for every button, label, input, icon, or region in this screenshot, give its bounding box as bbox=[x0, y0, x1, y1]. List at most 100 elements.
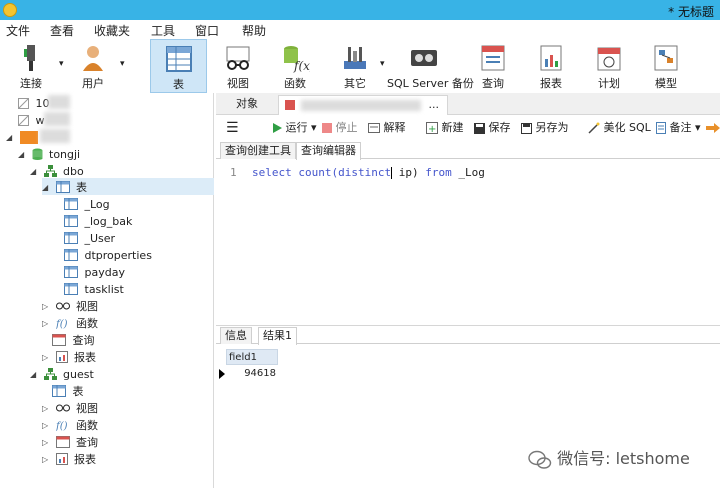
schema-icon bbox=[43, 165, 57, 177]
view-button[interactable]: 视图 bbox=[215, 39, 261, 93]
menu-file[interactable]: 文件 bbox=[6, 22, 30, 39]
user-button[interactable]: 用户 bbox=[70, 39, 116, 93]
table-icon bbox=[64, 266, 78, 278]
dbo-views-node[interactable]: ▷ 视图 bbox=[42, 297, 98, 314]
title-bar: * 无标题 bbox=[0, 0, 720, 20]
collapse-arrow-icon[interactable]: ◢ bbox=[18, 146, 28, 163]
result-cell[interactable]: 94618 bbox=[226, 366, 278, 382]
tab-query-untitled[interactable]: ... bbox=[278, 95, 448, 115]
object-navigator: 10 w ◢ ◢ tongji ◢ dbo ◢ 表 _Log _log_bak … bbox=[0, 93, 214, 488]
tab-query-builder[interactable]: 查询创建工具 bbox=[220, 142, 296, 159]
tables-node[interactable]: ◢ 表 bbox=[42, 178, 214, 195]
table-item[interactable]: _User bbox=[64, 229, 115, 246]
more-tools-icon[interactable] bbox=[706, 120, 720, 136]
wechat-icon bbox=[528, 450, 552, 469]
dbo-functions-node[interactable]: ▷ f() 函数 bbox=[42, 314, 98, 331]
current-row-pointer-icon bbox=[219, 369, 225, 379]
query-label: 查询 bbox=[482, 77, 504, 90]
query-icon bbox=[52, 334, 66, 346]
sqlserver-backup-button[interactable]: SQL Server 备份 bbox=[387, 39, 474, 93]
expand-arrow-icon[interactable]: ▷ bbox=[42, 417, 52, 434]
hamburger-menu-icon[interactable]: ☰ bbox=[226, 120, 239, 136]
expand-arrow-icon[interactable]: ▷ bbox=[42, 434, 52, 451]
schema-guest[interactable]: ◢ guest bbox=[30, 365, 94, 382]
tab-info[interactable]: 信息 bbox=[220, 327, 252, 344]
database-tongji[interactable]: ◢ tongji bbox=[18, 145, 80, 162]
dbo-reports-node[interactable]: ▷ 报表 bbox=[42, 348, 96, 365]
app-logo-icon bbox=[3, 3, 17, 17]
guest-views-node[interactable]: ▷ 视图 bbox=[42, 399, 98, 416]
connection-item-2[interactable]: w bbox=[18, 111, 45, 128]
model-button[interactable]: 模型 bbox=[645, 39, 687, 93]
schema-dbo[interactable]: ◢ dbo bbox=[30, 162, 84, 179]
table-item[interactable]: dtproperties bbox=[64, 246, 152, 263]
query-toolbar: ☰ 运行 ▾ 停止 解释 + 新建 保存 另存为 美化 SQL 备注 ▾ bbox=[216, 117, 720, 139]
dbo-queries-node[interactable]: 查询 bbox=[52, 331, 95, 348]
run-button[interactable]: 运行 ▾ bbox=[272, 120, 317, 136]
calendar-icon bbox=[597, 47, 621, 71]
save-button[interactable]: 保存 bbox=[474, 120, 511, 136]
menu-favorites[interactable]: 收藏夹 bbox=[94, 22, 130, 39]
explain-button[interactable]: 解释 bbox=[368, 120, 406, 136]
save-as-button[interactable]: 另存为 bbox=[521, 120, 569, 136]
svg-text:f(): f() bbox=[56, 421, 68, 431]
glasses-icon bbox=[55, 302, 70, 310]
table-item[interactable]: _log_bak bbox=[64, 212, 132, 229]
query-button[interactable]: 查询 bbox=[472, 39, 514, 93]
other-dropdown-icon[interactable]: ▾ bbox=[380, 59, 385, 69]
table-item[interactable]: tasklist bbox=[64, 280, 124, 297]
menu-tools[interactable]: 工具 bbox=[151, 22, 175, 39]
guest-tables-node[interactable]: 表 bbox=[52, 382, 84, 399]
menu-window[interactable]: 窗口 bbox=[195, 22, 219, 39]
table-icon bbox=[165, 46, 192, 72]
save-as-icon bbox=[521, 122, 532, 134]
connect-button[interactable]: 连接 bbox=[8, 39, 54, 93]
line-number: 1 bbox=[230, 166, 237, 179]
table-icon bbox=[55, 181, 70, 193]
guest-reports-node[interactable]: ▷ 报表 bbox=[42, 450, 96, 467]
table-item[interactable]: payday bbox=[64, 263, 125, 280]
magic-wand-icon bbox=[588, 122, 600, 134]
column-header[interactable]: field1 bbox=[226, 349, 278, 365]
plug-icon bbox=[24, 45, 35, 71]
sql-code: select count(distinct ip) from _Log bbox=[252, 166, 485, 179]
user-dropdown-icon[interactable]: ▾ bbox=[120, 59, 125, 69]
function-button[interactable]: f(x) 函数 bbox=[272, 39, 318, 93]
collapse-arrow-icon[interactable]: ◢ bbox=[6, 129, 16, 146]
guest-queries-node[interactable]: ▷ 查询 bbox=[42, 433, 98, 450]
collapse-arrow-icon[interactable]: ◢ bbox=[30, 163, 40, 180]
expand-arrow-icon[interactable]: ▷ bbox=[42, 400, 52, 417]
connection-item-1[interactable]: 10 bbox=[18, 94, 50, 111]
report-button[interactable]: 报表 bbox=[530, 39, 572, 93]
table-icon bbox=[64, 283, 78, 295]
guest-functions-node[interactable]: ▷ f() 函数 bbox=[42, 416, 98, 433]
connection-item-active[interactable]: ◢ bbox=[6, 128, 38, 145]
redacted-name bbox=[40, 129, 70, 143]
watermark-text: 微信号: letshome bbox=[557, 449, 690, 468]
connect-dropdown-icon[interactable]: ▾ bbox=[59, 59, 64, 69]
tab-objects[interactable]: 对象 bbox=[230, 95, 264, 115]
other-button[interactable]: 其它 bbox=[332, 39, 378, 93]
expand-arrow-icon[interactable]: ▷ bbox=[42, 349, 52, 366]
expand-arrow-icon[interactable]: ▷ bbox=[42, 298, 52, 315]
report-icon bbox=[55, 453, 68, 465]
expand-arrow-icon[interactable]: ▷ bbox=[42, 451, 52, 468]
menu-bar: 文件 查看 收藏夹 工具 窗口 帮助 bbox=[0, 20, 720, 39]
function-label: 函数 bbox=[284, 77, 306, 90]
collapse-arrow-icon[interactable]: ◢ bbox=[42, 179, 52, 196]
expand-arrow-icon[interactable]: ▷ bbox=[42, 315, 52, 332]
tab-result-1[interactable]: 结果1 bbox=[258, 327, 297, 345]
table-button[interactable]: 表 bbox=[150, 39, 207, 93]
menu-view[interactable]: 查看 bbox=[50, 22, 74, 39]
menu-help[interactable]: 帮助 bbox=[242, 22, 266, 39]
new-query-button[interactable]: + 新建 bbox=[426, 120, 464, 136]
collapse-arrow-icon[interactable]: ◢ bbox=[30, 366, 40, 383]
table-item[interactable]: _Log bbox=[64, 195, 110, 212]
stop-button[interactable]: 停止 bbox=[322, 120, 358, 136]
beautify-sql-button[interactable]: 美化 SQL bbox=[588, 120, 651, 136]
sql-editor[interactable]: 1 select count(distinct ip) from _Log bbox=[216, 160, 720, 325]
comment-button[interactable]: 备注 ▾ bbox=[656, 120, 701, 136]
schedule-button[interactable]: 计划 bbox=[588, 39, 630, 93]
tab-query-editor[interactable]: 查询编辑器 bbox=[296, 142, 361, 160]
table-icon bbox=[64, 249, 78, 261]
